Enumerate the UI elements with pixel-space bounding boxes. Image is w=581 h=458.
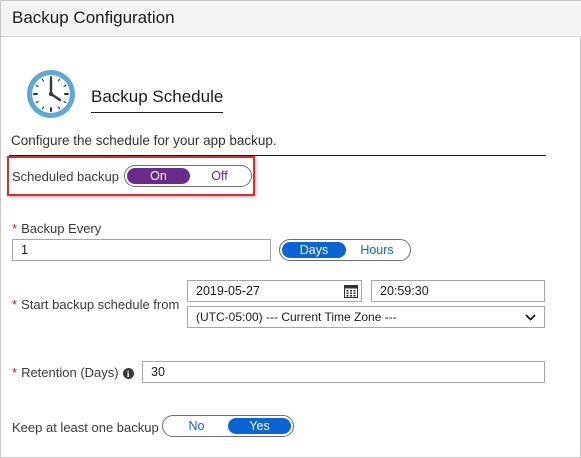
no-option[interactable]: No	[165, 418, 228, 434]
section-description: Configure the schedule for your app back…	[11, 133, 277, 148]
page-title: Backup Configuration	[12, 8, 175, 27]
timezone-select[interactable]: (UTC-05:00) --- Current Time Zone ---	[187, 306, 545, 328]
toggle-off-option[interactable]: Off	[190, 168, 249, 184]
section-title: Backup Schedule	[91, 87, 224, 113]
start-schedule-label: * Start backup schedule from	[12, 297, 179, 312]
yes-option[interactable]: Yes	[228, 418, 291, 434]
backup-configuration-panel: Backup Configuration Backup Schedule Con…	[0, 0, 581, 458]
backup-every-label: * Backup Every	[12, 221, 101, 236]
required-mark: *	[12, 221, 18, 236]
toggle-on-option[interactable]: On	[127, 168, 190, 184]
required-mark: *	[12, 365, 18, 380]
start-time-input[interactable]	[371, 280, 545, 302]
backup-every-input[interactable]	[12, 239, 271, 261]
timezone-value: (UTC-05:00) --- Current Time Zone ---	[196, 310, 397, 324]
backup-every-text: Backup Every	[21, 221, 102, 236]
retention-text: Retention (Days)	[21, 365, 119, 380]
required-mark: *	[12, 297, 18, 312]
retention-input[interactable]	[142, 361, 545, 383]
scheduled-backup-label: Scheduled backup	[12, 169, 119, 184]
retention-label: * Retention (Days) i	[12, 365, 134, 380]
start-date-input[interactable]	[187, 280, 362, 302]
backup-unit-toggle[interactable]: Days Hours	[279, 239, 411, 261]
keep-one-backup-toggle[interactable]: No Yes	[162, 415, 294, 437]
keep-one-backup-label: Keep at least one backup	[12, 420, 159, 435]
days-option[interactable]: Days	[282, 242, 346, 258]
scheduled-backup-toggle[interactable]: On Off	[124, 165, 252, 187]
chevron-down-icon	[525, 310, 536, 324]
start-schedule-text: Start backup schedule from	[21, 297, 180, 312]
title-bar: Backup Configuration	[1, 1, 581, 37]
hours-option[interactable]: Hours	[346, 242, 408, 258]
calendar-icon[interactable]	[342, 282, 360, 300]
clock-icon	[25, 68, 77, 120]
info-icon[interactable]: i	[122, 368, 134, 380]
